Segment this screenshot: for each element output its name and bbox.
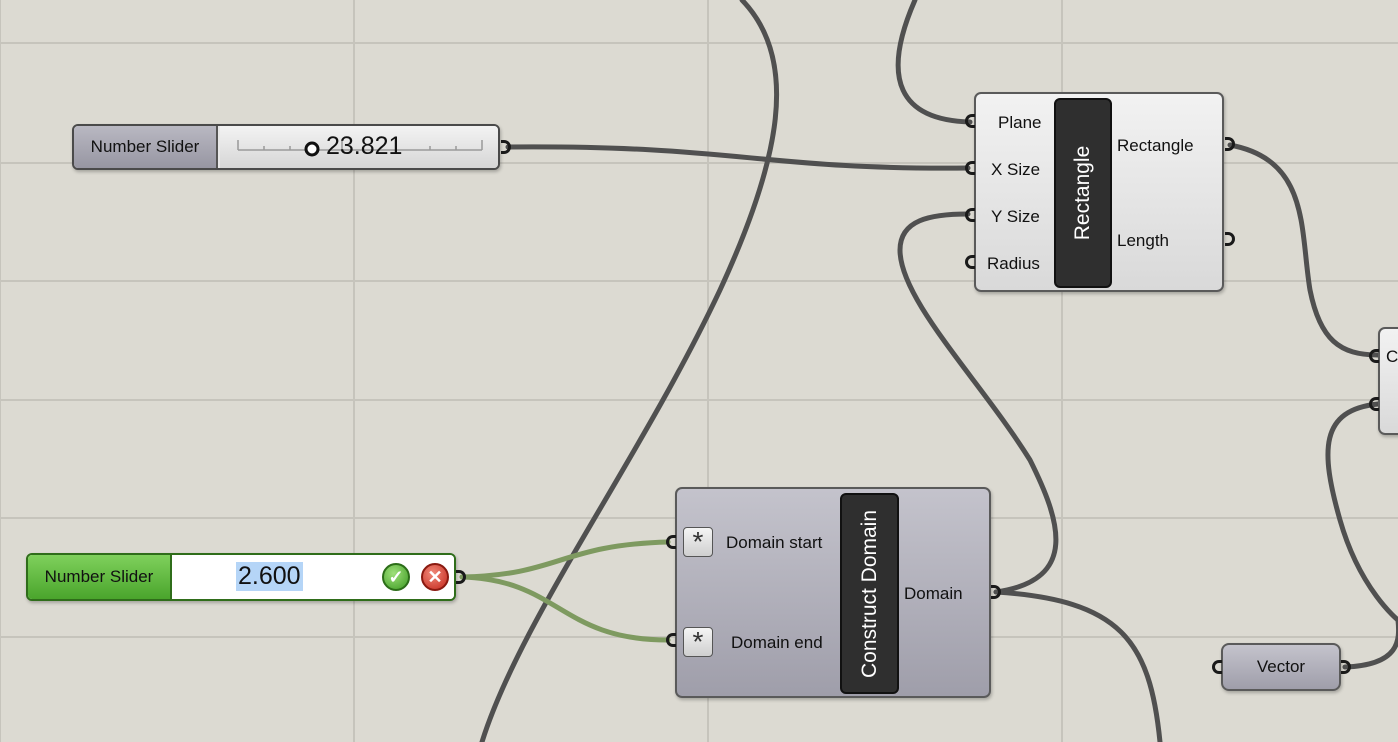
close-icon[interactable]: ✕ xyxy=(421,563,449,591)
rectangle-x-size-grip[interactable] xyxy=(965,161,975,175)
rectangle-radius-grip[interactable] xyxy=(965,255,975,269)
number-slider-1-value: 23.821 xyxy=(326,132,403,160)
output-length[interactable]: Length xyxy=(1117,231,1169,251)
input-x-size[interactable]: X Size xyxy=(991,160,1040,180)
slider-knob xyxy=(304,141,320,157)
rectangle-plane-grip[interactable] xyxy=(965,114,975,128)
rectangle-component[interactable]: Plane X Size Y Size Radius Rectangle Rec… xyxy=(974,92,1224,292)
wire-rectangle-out xyxy=(1227,142,1381,358)
number-slider-1-track[interactable]: 23.821 xyxy=(220,126,498,168)
input-domain-end[interactable]: Domain end xyxy=(731,633,823,653)
wire-slider-to-xsize xyxy=(505,144,971,171)
asterisk-icon: * xyxy=(683,527,713,557)
wire-partial xyxy=(1325,401,1398,623)
input-y-size[interactable]: Y Size xyxy=(991,207,1040,227)
construct-domain-title: Construct Domain xyxy=(840,493,899,694)
output-domain[interactable]: Domain xyxy=(904,584,963,604)
rectangle-y-size-grip[interactable] xyxy=(965,208,975,222)
number-slider-1[interactable]: Number Slider 23.821 xyxy=(72,124,500,170)
input-domain-start[interactable]: Domain start xyxy=(726,533,822,553)
wire-domain-out xyxy=(993,589,1163,742)
number-slider-2-editor[interactable]: 2.600 xyxy=(174,555,454,599)
wire-slider-to-domain-end xyxy=(459,574,671,643)
partial-component[interactable]: C xyxy=(1378,327,1398,435)
construct-domain-end-grip[interactable] xyxy=(666,633,676,647)
rectangle-title: Rectangle xyxy=(1054,98,1112,288)
input-plane[interactable]: Plane xyxy=(998,113,1041,133)
wire-vector-out xyxy=(1342,617,1398,670)
number-slider-2-value-input[interactable]: 2.600 xyxy=(236,562,303,591)
construct-domain-start-grip[interactable] xyxy=(666,535,676,549)
partial-input-grip-1[interactable] xyxy=(1369,349,1379,363)
vector-param[interactable]: Vector xyxy=(1221,643,1341,691)
partial-input-grip-2[interactable] xyxy=(1369,397,1379,411)
vector-input-grip[interactable] xyxy=(1212,660,1222,674)
output-rectangle[interactable]: Rectangle xyxy=(1117,136,1194,156)
input-radius[interactable]: Radius xyxy=(987,254,1040,274)
construct-domain-component[interactable]: * Domain start * Domain end Construct Do… xyxy=(675,487,991,698)
partial-component-text: C xyxy=(1386,347,1398,366)
wire-to-plane xyxy=(895,0,973,125)
number-slider-1-label: Number Slider xyxy=(74,126,218,168)
vector-label: Vector xyxy=(1256,657,1306,676)
number-slider-2-label: Number Slider xyxy=(28,555,172,599)
asterisk-icon: * xyxy=(683,627,713,657)
check-icon[interactable]: ✓ xyxy=(382,563,410,591)
